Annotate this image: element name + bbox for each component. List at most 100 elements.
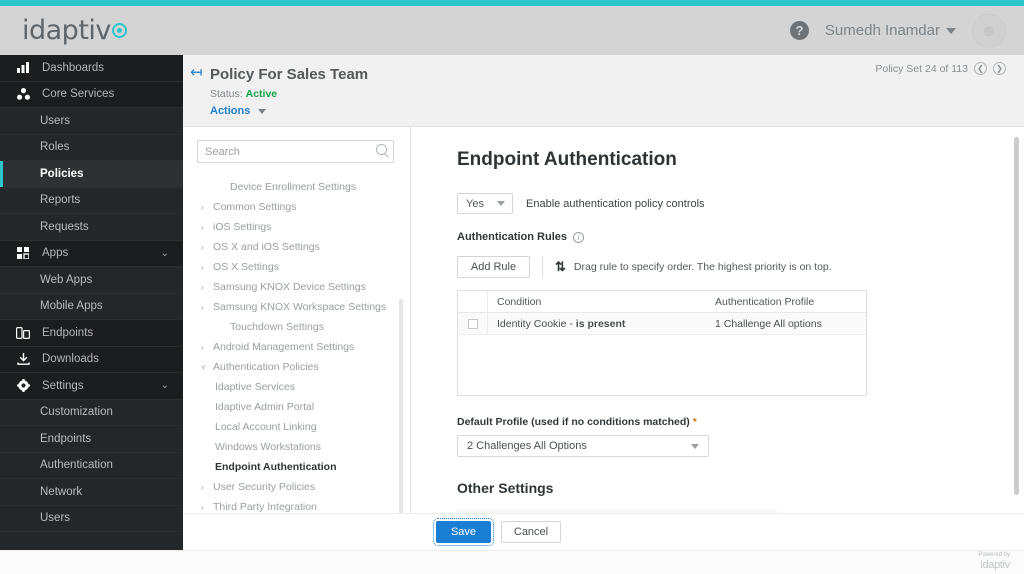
- tree-item[interactable]: › OS X and iOS Settings: [183, 237, 410, 257]
- sidebar-item-downloads[interactable]: Downloads: [0, 346, 183, 373]
- tree-item[interactable]: ˅ Authentication Policies: [183, 357, 410, 377]
- help-icon[interactable]: ?: [789, 21, 809, 40]
- chevron-right-icon[interactable]: ›: [201, 303, 212, 312]
- sidebar-item-users[interactable]: Users: [0, 108, 183, 135]
- tree-item[interactable]: Idaptive Admin Portal: [183, 397, 410, 417]
- sidebar-item-label: Dashboards: [42, 61, 105, 74]
- brand-logo[interactable]: idaptiv: [22, 15, 127, 46]
- tree-item[interactable]: › Samsung KNOX Device Settings: [183, 277, 410, 297]
- enable-policy-select[interactable]: Yes: [457, 193, 513, 214]
- chevron-right-icon[interactable]: ›: [201, 203, 212, 212]
- search-wrap: [197, 140, 394, 163]
- sidebar-item-label: Endpoints: [42, 326, 94, 339]
- chevron-down-icon[interactable]: ˅: [201, 363, 212, 372]
- sidebar-item-roles[interactable]: Roles: [0, 135, 183, 161]
- sidebar-item-label: Web Apps: [40, 273, 93, 286]
- sidebar-item-label: Users: [40, 114, 71, 127]
- sidebar-item-reports[interactable]: Reports: [0, 188, 183, 214]
- sidebar-item-customization[interactable]: Customization: [0, 400, 183, 426]
- detail-panel: Endpoint Authentication Yes Enable authe…: [411, 127, 1024, 574]
- enable-controls-row: Yes Enable authentication policy control…: [457, 193, 1024, 214]
- chevron-right-icon[interactable]: ›: [201, 223, 212, 232]
- chevron-right-icon[interactable]: ›: [201, 483, 212, 492]
- sidebar-item-policies[interactable]: Policies: [0, 161, 183, 188]
- sidebar-item-settings[interactable]: Settings ⌄: [0, 373, 183, 400]
- tree-scrollbar[interactable]: [399, 299, 403, 543]
- tree-item[interactable]: › iOS Settings: [183, 217, 410, 237]
- device-icon: [14, 326, 32, 339]
- bottom-strip: Powered by idaptiv: [0, 550, 1024, 574]
- cancel-button[interactable]: Cancel: [501, 521, 561, 543]
- chevron-right-icon[interactable]: ›: [201, 243, 212, 252]
- back-arrow-icon[interactable]: ↤: [190, 63, 203, 81]
- chevron-right-icon[interactable]: ›: [201, 343, 212, 352]
- column-header-auth-profile: Authentication Profile: [715, 295, 815, 308]
- tree-item-label: Local Account Linking: [215, 421, 317, 433]
- tree-item-label: Idaptive Admin Portal: [215, 401, 315, 413]
- brand-logo-mark-icon: [111, 23, 127, 38]
- save-button[interactable]: Save: [433, 518, 494, 546]
- actions-label: Actions: [210, 105, 251, 117]
- tree-item-label: Windows Workstations: [215, 441, 322, 453]
- tree-item-label: Android Management Settings: [213, 341, 355, 353]
- sidebar-item-label: Settings: [42, 379, 84, 392]
- user-menu[interactable]: Sumedh Inamdar: [825, 22, 956, 39]
- chevron-right-icon[interactable]: ❯: [993, 62, 1006, 75]
- sidebar-item-web-apps[interactable]: Web Apps: [0, 267, 183, 294]
- actions-menu[interactable]: Actions: [210, 105, 267, 117]
- tree-item-label: Idaptive Services: [215, 381, 295, 393]
- add-rule-button[interactable]: Add Rule: [457, 256, 530, 278]
- download-icon: [14, 353, 32, 366]
- sidebar-item-label: Roles: [40, 141, 70, 154]
- sidebar-item-core-services[interactable]: Core Services: [0, 81, 183, 108]
- sidebar-item-network[interactable]: Network: [0, 479, 183, 506]
- tree-item[interactable]: › User Security Policies: [183, 477, 410, 497]
- info-icon[interactable]: i: [573, 231, 585, 243]
- tree-item[interactable]: Local Account Linking: [183, 417, 410, 437]
- brand-logo-text: idaptiv: [22, 15, 111, 46]
- tree-item[interactable]: Idaptive Services: [183, 377, 410, 397]
- tree-item[interactable]: Windows Workstations: [183, 437, 410, 457]
- tree-item-endpoint-authentication[interactable]: Endpoint Authentication: [183, 457, 410, 477]
- chevron-right-icon[interactable]: ›: [201, 503, 212, 512]
- sidebar-item-requests[interactable]: Requests: [0, 214, 183, 241]
- tree-item[interactable]: › OS X Settings: [183, 257, 410, 277]
- sidebar-item-label: Downloads: [42, 353, 99, 366]
- condition-operator: is present: [575, 317, 626, 330]
- column-header-condition: Condition: [497, 295, 542, 308]
- sidebar-item-settings-endpoints[interactable]: Endpoints: [0, 426, 183, 453]
- chevron-left-icon[interactable]: ❮: [974, 62, 987, 75]
- other-settings-heading: Other Settings: [457, 480, 554, 496]
- tree-item-label: Third Party Integration: [213, 501, 317, 513]
- search-input[interactable]: [197, 140, 394, 163]
- chevron-down-icon: ⌄: [160, 247, 169, 259]
- sidebar-item-label: Users: [40, 512, 71, 525]
- cell-condition: Identity Cookie - is present: [488, 318, 706, 330]
- tree-item[interactable]: Touchdown Settings: [183, 317, 410, 337]
- tree-item[interactable]: › Android Management Settings: [183, 337, 410, 357]
- avatar[interactable]: ☻: [972, 13, 1006, 48]
- tree-item-label: OS X and iOS Settings: [213, 241, 320, 253]
- default-profile-select[interactable]: 2 Challenges All Options: [457, 435, 709, 457]
- sidebar-item-apps[interactable]: Apps ⌄: [0, 240, 183, 267]
- chevron-right-icon[interactable]: ›: [201, 263, 212, 272]
- sidebar-item-mobile-apps[interactable]: Mobile Apps: [0, 294, 183, 320]
- row-checkbox[interactable]: [467, 318, 478, 329]
- bar-chart-icon: [14, 62, 32, 74]
- policy-tree-panel: Device Enrollment Settings ›Common Setti…: [183, 127, 411, 574]
- tree-item[interactable]: › Common Settings: [183, 197, 410, 217]
- search-icon[interactable]: [376, 144, 387, 155]
- sidebar-item-settings-users[interactable]: Users: [0, 506, 183, 532]
- tree-item-label: OS X Settings: [213, 261, 279, 273]
- chevron-right-icon[interactable]: ›: [201, 283, 212, 292]
- sidebar-item-dashboards[interactable]: Dashboards: [0, 55, 183, 82]
- table-row[interactable]: Identity Cookie - is present 1 Challenge…: [458, 313, 866, 335]
- tree-item[interactable]: › Samsung KNOX Workspace Settings: [183, 297, 410, 317]
- cell-auth-profile: 1 Challenge All options: [715, 317, 822, 330]
- policy-set-nav: Policy Set 24 of 113 ❮ ❯: [875, 62, 1006, 75]
- sidebar-item-endpoints[interactable]: Endpoints: [0, 320, 183, 347]
- tree-item[interactable]: Device Enrollment Settings: [183, 177, 410, 197]
- sidebar-item-authentication[interactable]: Authentication: [0, 453, 183, 479]
- tree-item-label: Endpoint Authentication: [215, 461, 337, 473]
- detail-scrollbar[interactable]: [1014, 137, 1019, 495]
